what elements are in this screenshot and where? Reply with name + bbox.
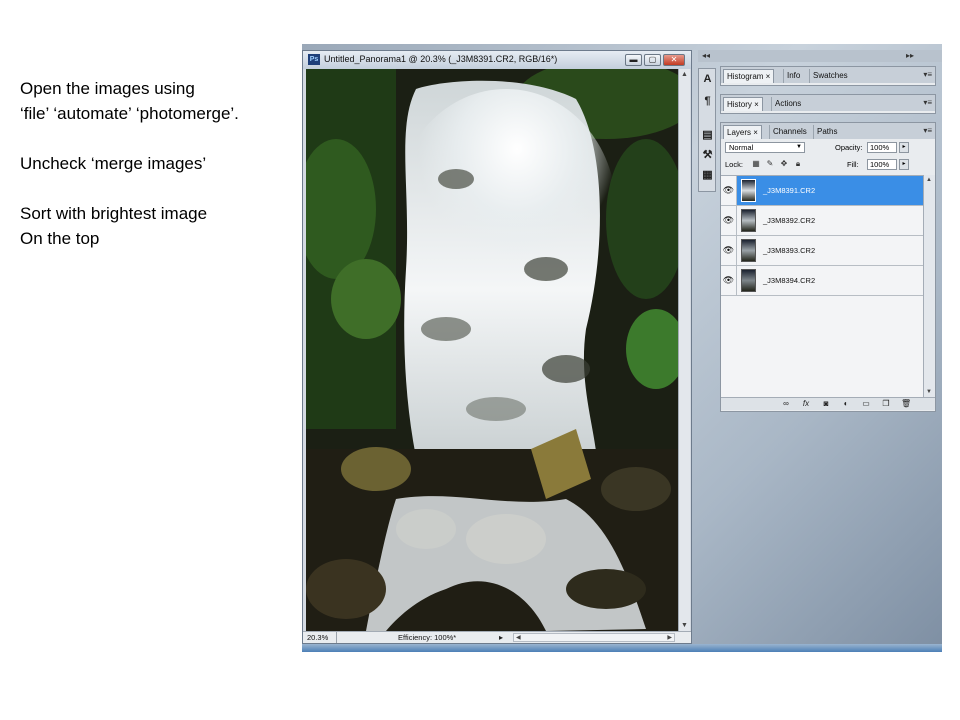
panel-tabs: Layers × Channels Paths ▾≡ xyxy=(721,123,935,139)
history-panel-group: History × Actions ▾≡ xyxy=(720,94,936,114)
eye-icon[interactable]: 👁︎ xyxy=(721,206,737,235)
blend-mode-select[interactable]: Normal ▼ xyxy=(725,142,805,153)
panel-menu-icon[interactable]: ▾≡ xyxy=(923,69,932,81)
taskbar-edge xyxy=(302,644,942,652)
fill-field[interactable]: 100% xyxy=(867,159,897,170)
eye-icon[interactable]: 👁︎ xyxy=(721,266,737,295)
blend-mode-value: Normal xyxy=(729,143,754,152)
eye-icon[interactable]: 👁︎ xyxy=(721,176,737,205)
close-button[interactable]: ✕ xyxy=(663,54,685,66)
layers-panel: Layers × Channels Paths ▾≡ Normal ▼ Opac… xyxy=(720,122,936,412)
instruction-line: On the top xyxy=(20,229,100,248)
opacity-slider-button[interactable]: ▸ xyxy=(899,142,909,153)
tab-paths[interactable]: Paths xyxy=(813,125,840,139)
instruction-text: Open the images using ‘file’ ‘automate’ … xyxy=(20,76,239,251)
tab-info[interactable]: Info xyxy=(783,69,803,83)
layer-row[interactable]: 👁︎ _J3M8394.CR2 xyxy=(721,266,923,296)
maximize-button[interactable]: ▢ xyxy=(644,54,661,66)
instruction-line: Open the images using xyxy=(20,79,195,98)
fill-slider-button[interactable]: ▸ xyxy=(899,159,909,170)
tool-presets-icon[interactable]: ⚒ xyxy=(701,149,714,162)
opacity-label: Opacity: xyxy=(835,143,863,152)
layer-row[interactable]: 👁︎ _J3M8391.CR2 xyxy=(721,176,923,206)
scroll-left-icon[interactable]: ◀ xyxy=(516,634,521,642)
instruction-line: Sort with brightest image xyxy=(20,204,208,223)
tab-channels[interactable]: Channels xyxy=(769,125,810,139)
lock-label: Lock: xyxy=(725,160,743,169)
layer-name: _J3M8391.CR2 xyxy=(763,186,816,195)
document-title: Untitled_Panorama1 @ 20.3% (_J3M8391.CR2… xyxy=(324,54,558,64)
layer-row[interactable]: 👁︎ _J3M8393.CR2 xyxy=(721,236,923,266)
eye-icon[interactable]: 👁︎ xyxy=(721,236,737,265)
opacity-field[interactable]: 100% xyxy=(867,142,897,153)
character-panel-icon[interactable]: A xyxy=(701,73,714,86)
panel-menu-icon[interactable]: ▾≡ xyxy=(923,97,932,109)
status-bar: 20.3% Efficiency: 100%* ▸ ◀ ▶ xyxy=(303,631,691,643)
scroll-down-icon[interactable]: ▼ xyxy=(926,389,932,395)
layer-thumbnail xyxy=(741,239,756,262)
scroll-up-icon[interactable]: ▲ xyxy=(680,70,689,79)
group-icon[interactable]: ▭ xyxy=(861,399,871,409)
lock-position-icon[interactable]: ✥ xyxy=(779,159,789,169)
document-window: Ps Untitled_Panorama1 @ 20.3% (_J3M8391.… xyxy=(302,50,692,644)
link-icon[interactable]: ∞ xyxy=(781,399,791,409)
histogram-panel-group: Histogram × Info Swatches ▾≡ xyxy=(720,66,936,86)
document-title-bar[interactable]: Ps Untitled_Panorama1 @ 20.3% (_J3M8391.… xyxy=(303,51,691,69)
instruction-line: Uncheck ‘merge images’ xyxy=(20,154,207,173)
paragraph-panel-icon[interactable]: ¶ xyxy=(701,95,714,108)
panel-tabs: Histogram × Info Swatches ▾≡ xyxy=(721,67,935,83)
instruction-line: ‘file’ ‘automate’ ‘photomerge’. xyxy=(20,104,239,123)
efficiency-readout: Efficiency: 100%* xyxy=(398,633,457,642)
fx-icon[interactable]: fx xyxy=(801,399,811,409)
tab-actions[interactable]: Actions xyxy=(771,97,804,111)
collapse-dock-icon[interactable]: ◂◂ xyxy=(702,50,710,62)
minimize-button[interactable]: ▬ xyxy=(625,54,642,66)
brushes-panel-icon[interactable]: ▤ xyxy=(701,129,714,142)
tab-swatches[interactable]: Swatches xyxy=(809,69,851,83)
expand-dock-icon[interactable]: ▸▸ xyxy=(906,50,914,62)
layer-name: _J3M8392.CR2 xyxy=(763,216,816,225)
lock-image-icon[interactable]: ✎ xyxy=(765,159,775,169)
layer-row[interactable]: 👁︎ _J3M8392.CR2 xyxy=(721,206,923,236)
image-canvas[interactable] xyxy=(306,69,678,631)
layers-list: 👁︎ _J3M8391.CR2 👁︎ _J3M8392.CR2 👁︎ _J3M8… xyxy=(721,175,923,398)
panel-menu-icon[interactable]: ▾≡ xyxy=(923,125,932,137)
status-menu-icon[interactable]: ▸ xyxy=(499,632,503,643)
horizontal-scrollbar[interactable]: ◀ ▶ xyxy=(513,633,675,642)
collapsed-panels-column: A ¶ ▤ ⚒ ▦ xyxy=(698,68,716,192)
fill-label: Fill: xyxy=(847,160,859,169)
scroll-right-icon[interactable]: ▶ xyxy=(667,634,672,642)
layer-thumbnail xyxy=(741,209,756,232)
adjustment-icon[interactable]: ◐ xyxy=(841,399,851,409)
tab-histogram[interactable]: Histogram × xyxy=(723,69,775,83)
layer-thumbnail xyxy=(741,269,756,292)
photoshop-icon: Ps xyxy=(308,54,320,65)
layer-comps-icon[interactable]: ▦ xyxy=(701,169,714,182)
scroll-up-icon[interactable]: ▲ xyxy=(926,177,932,183)
panel-tabs: History × Actions ▾≡ xyxy=(721,95,935,111)
scroll-down-icon[interactable]: ▼ xyxy=(680,621,689,630)
chevron-down-icon: ▼ xyxy=(796,144,802,150)
lock-transparency-icon[interactable]: ▦ xyxy=(751,159,761,169)
panel-dock-bar: ◂◂ ▸▸ xyxy=(698,50,942,62)
photoshop-screenshot: Ps Untitled_Panorama1 @ 20.3% (_J3M8391.… xyxy=(302,44,942,652)
tab-layers[interactable]: Layers × xyxy=(723,125,762,139)
lock-all-icon[interactable]: 🔒︎ xyxy=(793,159,803,169)
new-layer-icon[interactable]: ❐ xyxy=(881,399,891,409)
layer-thumbnail xyxy=(741,179,756,202)
layers-scrollbar[interactable]: ▲ ▼ xyxy=(923,175,935,397)
vertical-scrollbar[interactable]: ▲ ▼ xyxy=(678,69,690,631)
layers-panel-footer: ∞ fx ◙ ◐ ▭ ❐ 🗑︎ xyxy=(721,397,935,410)
zoom-level[interactable]: 20.3% xyxy=(307,632,338,643)
mask-icon[interactable]: ◙ xyxy=(821,399,831,409)
layer-name: _J3M8393.CR2 xyxy=(763,246,816,255)
layer-name: _J3M8394.CR2 xyxy=(763,276,816,285)
tab-history[interactable]: History × xyxy=(723,97,763,111)
trash-icon[interactable]: 🗑︎ xyxy=(901,399,911,409)
waterfall-photo xyxy=(306,69,678,631)
